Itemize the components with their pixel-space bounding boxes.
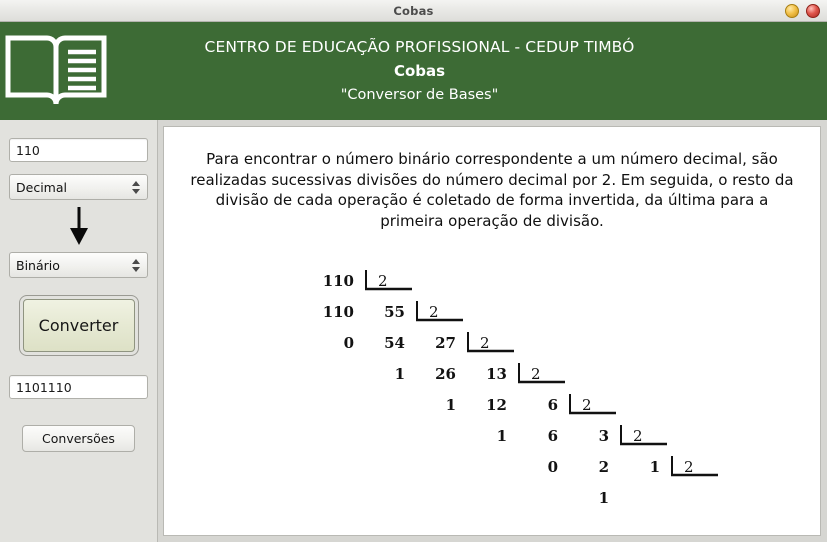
number-input[interactable] (9, 138, 148, 162)
app-header: CENTRO DE EDUCAÇÃO PROFISSIONAL - CEDUP … (0, 22, 827, 120)
window-controls (785, 0, 820, 21)
spinner-arrows-icon-2 (132, 253, 140, 277)
down-arrow-icon (69, 207, 88, 245)
division-dividend: 110 (322, 272, 354, 290)
division-dividend: 27 (435, 334, 456, 352)
division-product: 12 (486, 396, 507, 414)
division-remainder: 1 (598, 489, 609, 507)
window-title: Cobas (393, 3, 434, 18)
division-dividend: 3 (598, 427, 609, 445)
target-base-select[interactable]: Binário (9, 252, 148, 278)
division-remainder: 0 (547, 458, 558, 476)
division-remainder: 1 (445, 396, 456, 414)
divisor-value: 2 (582, 396, 592, 414)
convert-button[interactable]: Converter (18, 295, 139, 356)
minimize-button-icon[interactable] (785, 3, 799, 18)
result-output[interactable] (9, 375, 148, 399)
direction-arrow-container (9, 200, 148, 252)
window-titlebar: Cobas (0, 0, 827, 22)
logo-container (0, 30, 112, 112)
division-dividend: 6 (547, 396, 558, 414)
divisor-value: 2 (633, 427, 643, 445)
app-body: Decimal Binário Conv (0, 120, 827, 542)
division-product: 54 (384, 334, 405, 352)
division-product: 6 (547, 427, 558, 445)
chevron-up-icon-2 (132, 258, 140, 264)
chevron-down-icon (132, 188, 140, 194)
app-subtitle: "Conversor de Bases" (340, 87, 499, 103)
division-dividend: 1 (649, 458, 660, 476)
division-product: 2 (598, 458, 609, 476)
close-button-icon[interactable] (806, 3, 820, 18)
institution-name: CENTRO DE EDUCAÇÃO PROFISSIONAL - CEDUP … (204, 37, 635, 56)
open-book-icon (5, 35, 107, 105)
control-sidebar: Decimal Binário Conv (0, 120, 158, 542)
division-remainder: 0 (343, 334, 354, 352)
division-remainder: 1 (496, 427, 507, 445)
divisor-value: 2 (684, 458, 694, 476)
app-name: Cobas (393, 62, 446, 80)
divisor-value: 2 (480, 334, 490, 352)
division-diagram: 110 110 0 2 55 54 1 2 27 26 1 2 13 12 1 2 6 6 0 2 3 2 1 2 1 2 (164, 127, 820, 535)
division-product: 110 (322, 303, 354, 321)
chevron-down-icon-2 (132, 266, 140, 272)
source-base-select[interactable]: Decimal (9, 174, 148, 200)
division-dividend: 13 (486, 365, 507, 383)
division-product: 26 (435, 365, 456, 383)
chevron-up-icon (132, 180, 140, 186)
header-text-block: CENTRO DE EDUCAÇÃO PROFISSIONAL - CEDUP … (112, 37, 827, 103)
application-window: Cobas CENTRO DE EDUCAÇÃO PROFISSIONAL - … (0, 0, 827, 542)
divisor-value: 2 (378, 272, 388, 290)
division-remainder: 1 (394, 365, 405, 383)
content-panel: Para encontrar o número binário correspo… (163, 126, 821, 536)
conversions-button[interactable]: Conversões (22, 425, 135, 452)
divisor-value: 2 (531, 365, 541, 383)
target-base-label: Binário (16, 257, 60, 273)
spinner-arrows-icon (132, 175, 140, 199)
division-dividend: 55 (384, 303, 405, 321)
source-base-label: Decimal (16, 179, 67, 195)
divisor-value: 2 (429, 303, 439, 321)
